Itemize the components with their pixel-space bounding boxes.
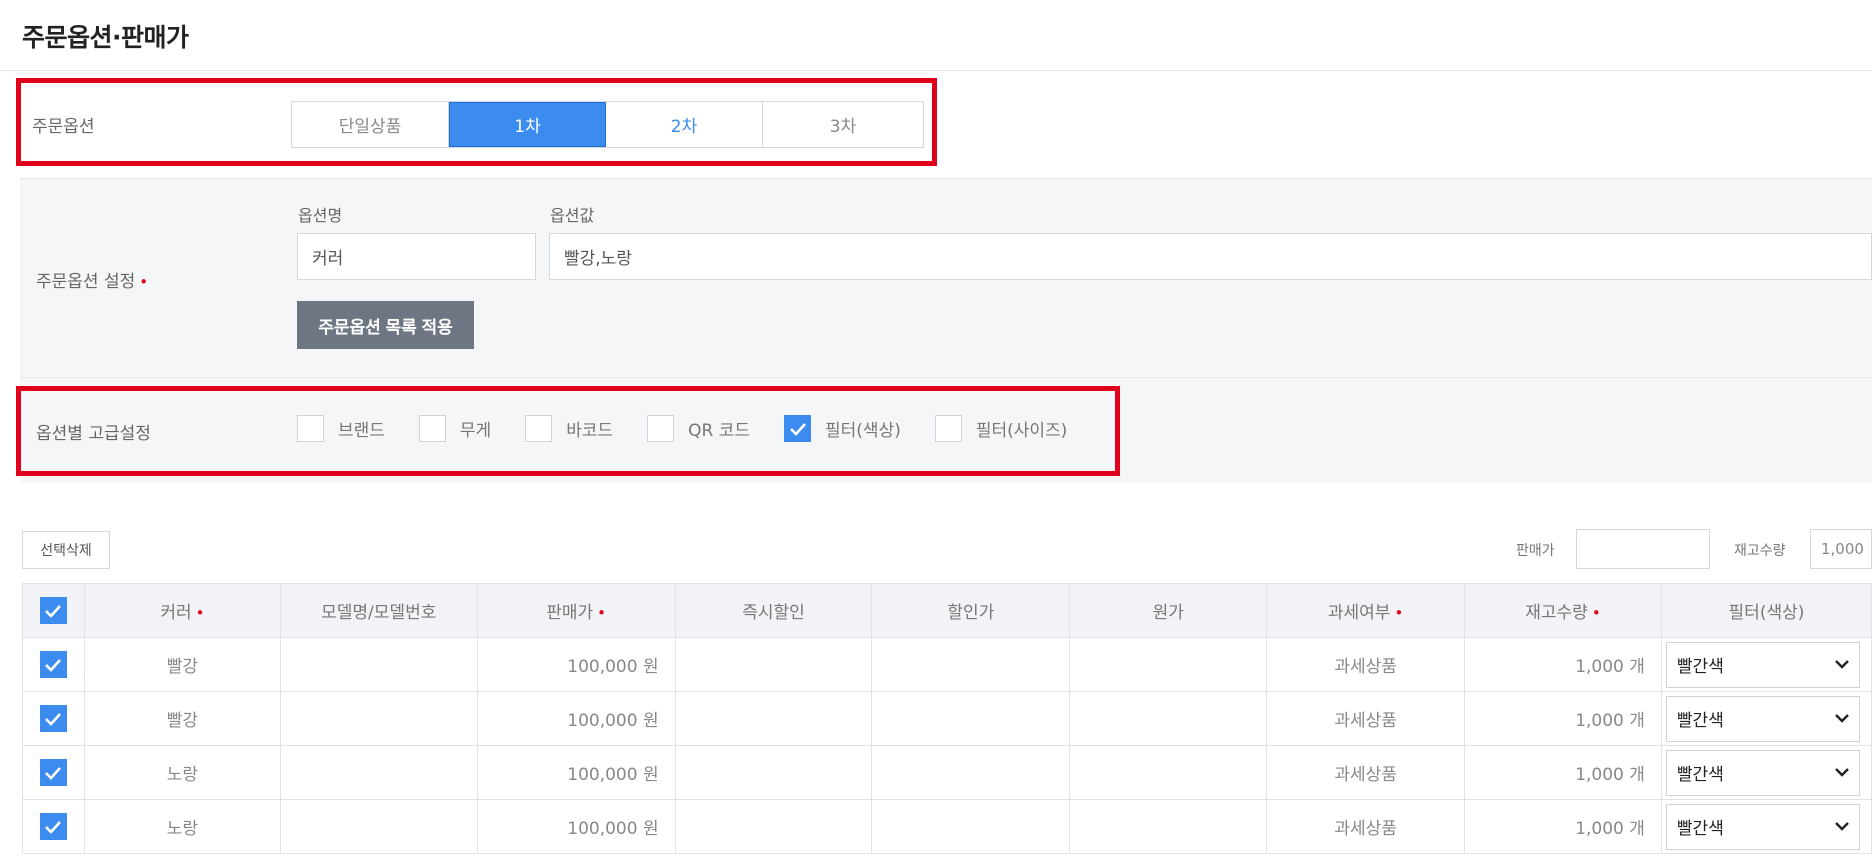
cell-instant-discount[interactable]: [674, 691, 873, 746]
column-header-cost: 원가: [1069, 583, 1268, 638]
bulk-price-label: 판매가: [1516, 543, 1555, 559]
chevron-down-icon: [1835, 768, 1849, 777]
row-checkbox[interactable]: [39, 759, 67, 786]
cell-discount-price[interactable]: [871, 637, 1071, 692]
title-divider: [0, 70, 1872, 71]
cell-price[interactable]: 100,000 원: [476, 691, 676, 746]
panel-divider: [20, 377, 1872, 378]
column-header-filter-color: 필터(색상): [1660, 583, 1872, 638]
filter-color-select[interactable]: 빨간색: [1665, 803, 1860, 850]
chevron-down-icon: [1835, 714, 1849, 723]
required-mark: •: [597, 604, 607, 622]
cell-model[interactable]: [279, 799, 478, 854]
option-value-label: 옵션값: [550, 206, 595, 225]
bulk-stock-label: 재고수량: [1734, 543, 1786, 559]
cell-instant-discount[interactable]: [674, 637, 873, 692]
select-all-checkbox[interactable]: [39, 597, 67, 624]
cell-tax[interactable]: 과세상품: [1266, 637, 1466, 692]
column-header-stock: 재고수량 •: [1464, 583, 1662, 638]
cell-color: 빨강: [83, 691, 281, 746]
required-mark: •: [1394, 604, 1404, 622]
highlight-box-order-option: [16, 78, 937, 166]
cell-tax[interactable]: 과세상품: [1266, 691, 1466, 746]
column-header-instant-discount: 즉시할인: [674, 583, 873, 638]
cell-cost[interactable]: [1069, 691, 1268, 746]
cell-model[interactable]: [279, 691, 478, 746]
cell-stock[interactable]: 1,000 개: [1464, 691, 1662, 746]
check-icon: [45, 766, 62, 780]
column-header-model: 모델명/모델번호: [279, 583, 478, 638]
cell-color: 노랑: [83, 799, 281, 854]
table-row: 빨강 100,000 원 과세상품 1,000 개 빨간색: [22, 637, 1872, 692]
bulk-price-input[interactable]: [1576, 529, 1710, 569]
row-select-cell[interactable]: [22, 637, 85, 692]
row-checkbox[interactable]: [39, 651, 67, 678]
cell-filter-color: 빨간색: [1660, 799, 1872, 854]
row-select-cell[interactable]: [22, 799, 85, 854]
option-name-label: 옵션명: [298, 206, 343, 225]
check-icon: [45, 658, 62, 672]
row-checkbox[interactable]: [39, 813, 67, 840]
required-mark: •: [139, 273, 149, 291]
cell-price[interactable]: 100,000 원: [476, 745, 676, 800]
option-setting-label: 주문옵션 설정 •: [36, 272, 149, 292]
chevron-down-icon: [1835, 660, 1849, 669]
cell-cost[interactable]: [1069, 637, 1268, 692]
cell-filter-color: 빨간색: [1660, 691, 1872, 746]
required-mark: •: [195, 604, 205, 622]
option-list-table: 커러 • 모델명/모델번호 판매가 • 즉시할인 할인가 원가 과세여부 • 재고수량…: [22, 583, 1872, 854]
cell-discount-price[interactable]: [871, 799, 1071, 854]
option-value-input[interactable]: [549, 233, 1872, 280]
check-icon: [45, 604, 62, 618]
cell-color: 노랑: [83, 745, 281, 800]
cell-tax[interactable]: 과세상품: [1266, 745, 1466, 800]
filter-color-select[interactable]: 빨간색: [1665, 749, 1860, 796]
table-row: 노랑 100,000 원 과세상품 1,000 개 빨간색: [22, 745, 1872, 800]
table-row: 빨강 100,000 원 과세상품 1,000 개 빨간색: [22, 691, 1872, 746]
cell-stock[interactable]: 1,000 개: [1464, 799, 1662, 854]
cell-instant-discount[interactable]: [674, 745, 873, 800]
cell-tax[interactable]: 과세상품: [1266, 799, 1466, 854]
cell-model[interactable]: [279, 745, 478, 800]
filter-color-select[interactable]: 빨간색: [1665, 641, 1860, 688]
table-header-row: 커러 • 모델명/모델번호 판매가 • 즉시할인 할인가 원가 과세여부 • 재고수량…: [22, 583, 1872, 638]
row-checkbox[interactable]: [39, 705, 67, 732]
cell-instant-discount[interactable]: [674, 799, 873, 854]
row-select-cell[interactable]: [22, 691, 85, 746]
option-name-input[interactable]: [297, 233, 536, 280]
cell-cost[interactable]: [1069, 745, 1268, 800]
cell-price[interactable]: 100,000 원: [476, 637, 676, 692]
cell-color: 빨강: [83, 637, 281, 692]
cell-filter-color: 빨간색: [1660, 745, 1872, 800]
filter-color-select[interactable]: 빨간색: [1665, 695, 1860, 742]
apply-option-list-button[interactable]: 주문옵션 목록 적용: [297, 301, 474, 349]
cell-discount-price[interactable]: [871, 745, 1071, 800]
highlight-box-advanced-settings: [16, 386, 1120, 476]
cell-model[interactable]: [279, 637, 478, 692]
cell-discount-price[interactable]: [871, 691, 1071, 746]
required-mark: •: [1591, 604, 1601, 622]
select-all-cell[interactable]: [22, 583, 85, 638]
page-title: 주문옵션·판매가: [22, 23, 189, 52]
cell-stock[interactable]: 1,000 개: [1464, 745, 1662, 800]
bulk-stock-input[interactable]: 1,000: [1810, 529, 1872, 569]
cell-cost[interactable]: [1069, 799, 1268, 854]
cell-price[interactable]: 100,000 원: [476, 799, 676, 854]
row-select-cell[interactable]: [22, 745, 85, 800]
column-header-discount-price: 할인가: [871, 583, 1071, 638]
check-icon: [45, 712, 62, 726]
column-header-price: 판매가 •: [476, 583, 676, 638]
chevron-down-icon: [1835, 822, 1849, 831]
delete-selected-button[interactable]: 선택삭제: [22, 531, 110, 569]
column-header-tax: 과세여부 •: [1266, 583, 1466, 638]
column-header-color: 커러 •: [83, 583, 281, 638]
cell-filter-color: 빨간색: [1660, 637, 1872, 692]
check-icon: [45, 820, 62, 834]
cell-stock[interactable]: 1,000 개: [1464, 637, 1662, 692]
table-row: 노랑 100,000 원 과세상품 1,000 개 빨간색: [22, 799, 1872, 854]
